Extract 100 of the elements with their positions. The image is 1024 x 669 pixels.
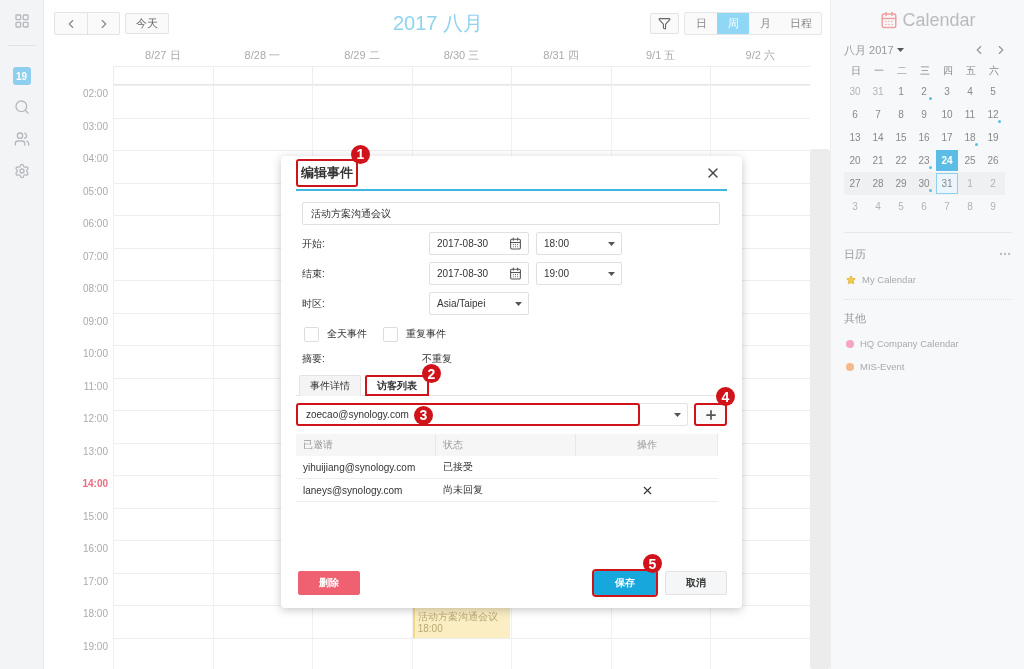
date-cell[interactable]: 20 bbox=[844, 150, 866, 171]
view-tab[interactable]: 日 bbox=[685, 13, 717, 34]
calendar-name[interactable]: MIS-Event bbox=[860, 361, 905, 372]
weekday-label: 日 bbox=[849, 63, 862, 78]
group-heading: 其他 bbox=[844, 310, 866, 326]
date-cell[interactable]: 6 bbox=[913, 196, 935, 217]
day-header: 9/2 六 bbox=[744, 47, 776, 63]
date-cell[interactable]: 4 bbox=[867, 196, 889, 217]
day-header: 8/29 二 bbox=[343, 47, 381, 63]
weekday-label: 二 bbox=[895, 63, 908, 78]
hour-label: 05:00 bbox=[82, 184, 109, 197]
date-cell[interactable]: 5 bbox=[890, 196, 912, 217]
calendar-name[interactable]: My Calendar bbox=[862, 274, 916, 285]
add-guest-button[interactable] bbox=[694, 403, 727, 426]
column-header: 操作 bbox=[576, 434, 718, 456]
time-select[interactable]: 19:00 bbox=[536, 262, 622, 285]
date-cell[interactable]: 1 bbox=[959, 173, 981, 194]
date-cell[interactable]: 11 bbox=[959, 104, 981, 125]
date-cell[interactable]: 28 bbox=[867, 173, 889, 194]
date-cell[interactable]: 17 bbox=[936, 127, 958, 148]
date-cell[interactable]: 26 bbox=[982, 150, 1004, 171]
checkbox-label: 重复事件 bbox=[406, 327, 446, 341]
event-block[interactable]: 活动方案沟通会议 18:00 bbox=[412, 607, 511, 638]
date-cell[interactable]: 3 bbox=[936, 81, 958, 102]
date-cell[interactable]: 3 bbox=[844, 196, 866, 217]
date-cell[interactable]: 16 bbox=[913, 127, 935, 148]
field-label: 结束: bbox=[302, 266, 326, 281]
day-header: 9/1 五 bbox=[644, 47, 677, 63]
date-cell[interactable]: 19 bbox=[982, 127, 1004, 148]
event-dot bbox=[929, 189, 932, 192]
date-cell[interactable]: 5 bbox=[982, 81, 1004, 102]
date-cell[interactable]: 9 bbox=[913, 104, 935, 125]
date-cell[interactable]: 7 bbox=[936, 196, 958, 217]
group-heading: 日历 bbox=[844, 246, 866, 262]
calendar-title: 2017 八月 bbox=[392, 11, 484, 36]
weekday-label: 三 bbox=[918, 63, 931, 78]
column-header: 已邀请 bbox=[296, 434, 436, 456]
guest-combo-field[interactable]: zoecao@synology.com 3 bbox=[296, 403, 688, 426]
timezone-select[interactable]: Asia/Taipei bbox=[429, 292, 529, 315]
date-cell[interactable]: 30 bbox=[913, 173, 935, 194]
date-cell[interactable]: 29 bbox=[890, 173, 912, 194]
calendar-name[interactable]: HQ Company Calendar bbox=[860, 338, 959, 349]
view-tab[interactable]: 月 bbox=[749, 13, 781, 34]
weekday-label: 一 bbox=[872, 63, 885, 78]
date-cell[interactable]: 10 bbox=[936, 104, 958, 125]
dialog-tab[interactable]: 事件详情 bbox=[299, 375, 361, 396]
date-cell[interactable]: 22 bbox=[890, 150, 912, 171]
date-cell[interactable]: 13 bbox=[844, 127, 866, 148]
checkbox[interactable] bbox=[304, 326, 319, 342]
date-cell[interactable]: 15 bbox=[890, 127, 912, 148]
hour-label: 16:00 bbox=[82, 542, 109, 554]
date-cell[interactable]: 2 bbox=[982, 173, 1004, 194]
day-header: 8/31 四 bbox=[542, 47, 580, 63]
callout-number: 2 bbox=[422, 364, 441, 383]
day-header: 8/27 日 bbox=[144, 47, 182, 63]
checkbox-label: 全天事件 bbox=[327, 327, 367, 341]
date-cell[interactable]: 23 bbox=[913, 150, 935, 171]
date-cell[interactable]: 31 bbox=[936, 173, 958, 194]
date-field[interactable]: 2017-08-30 bbox=[429, 232, 529, 255]
date-cell[interactable]: 7 bbox=[867, 104, 889, 125]
date-cell[interactable]: 4 bbox=[959, 81, 981, 102]
date-cell[interactable]: 8 bbox=[890, 104, 912, 125]
date-cell[interactable]: 2 bbox=[913, 81, 935, 102]
date-cell[interactable]: 27 bbox=[844, 173, 866, 194]
date-cell[interactable]: 14 bbox=[867, 127, 889, 148]
field-label: 摘要: bbox=[302, 352, 326, 366]
filter-button[interactable] bbox=[650, 13, 679, 34]
date-cell[interactable]: 31 bbox=[867, 81, 889, 102]
view-tab[interactable]: 日程 bbox=[781, 13, 821, 34]
hour-label: 12:00 bbox=[82, 412, 109, 424]
event-title-field[interactable]: 活动方案沟通会议 bbox=[302, 202, 720, 225]
caret-icon bbox=[896, 48, 904, 52]
today-button[interactable]: 今天 bbox=[125, 13, 169, 34]
dialog-button[interactable]: 取消 bbox=[665, 571, 727, 595]
date-cell[interactable]: 24 bbox=[936, 150, 958, 171]
dialog-button[interactable]: 删除 bbox=[298, 571, 360, 595]
date-cell[interactable]: 12 bbox=[982, 104, 1004, 125]
date-cell[interactable]: 21 bbox=[867, 150, 889, 171]
date-cell[interactable]: 9 bbox=[982, 196, 1004, 217]
app-title: Calendar bbox=[902, 9, 976, 31]
dialog-button[interactable]: 保存 bbox=[594, 571, 656, 595]
hour-label: 08:00 bbox=[82, 282, 109, 294]
hour-label: 04:00 bbox=[82, 152, 109, 164]
date-cell[interactable]: 8 bbox=[959, 196, 981, 217]
date-cell[interactable]: 18 bbox=[959, 127, 981, 148]
time-select[interactable]: 18:00 bbox=[536, 232, 622, 255]
caret-icon bbox=[608, 271, 615, 276]
dialog-tab[interactable]: 访客列表 bbox=[365, 375, 429, 396]
hour-label: 09:00 bbox=[82, 314, 109, 327]
calendar-icon bbox=[509, 267, 522, 280]
date-cell[interactable]: 6 bbox=[844, 104, 866, 125]
date-cell[interactable]: 1 bbox=[890, 81, 912, 102]
date-cell[interactable]: 25 bbox=[959, 150, 981, 171]
guest-email: laneys@synology.com bbox=[302, 484, 404, 496]
date-cell[interactable]: 30 bbox=[844, 81, 866, 102]
checkbox[interactable] bbox=[383, 326, 398, 342]
date-field[interactable]: 2017-08-30 bbox=[429, 262, 529, 285]
hour-label: 18:00 bbox=[82, 607, 109, 619]
month-picker[interactable]: 八月 2017 bbox=[844, 42, 904, 58]
callout-number: 5 bbox=[643, 554, 662, 573]
